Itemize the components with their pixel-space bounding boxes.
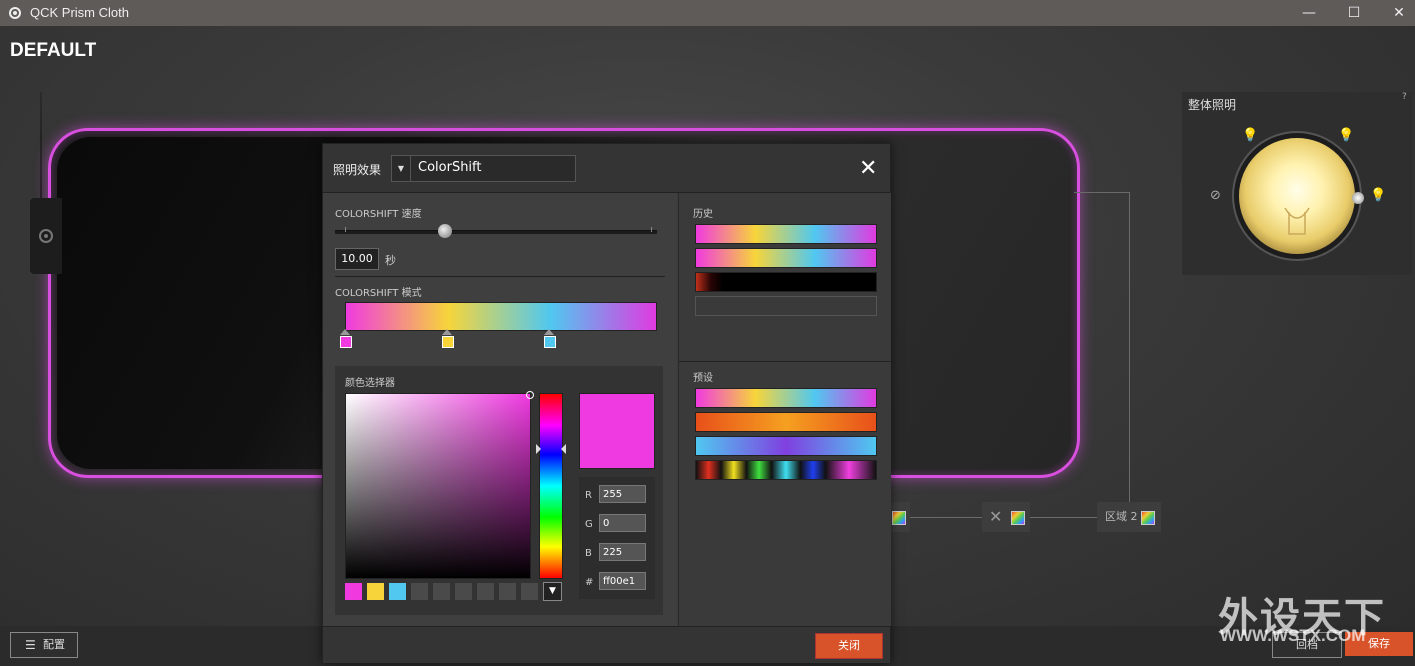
list-icon: ☰ [25, 638, 36, 652]
gradient-stop-pointer [340, 329, 350, 335]
saturation-value-box[interactable] [345, 391, 534, 579]
empty-color-swatch[interactable] [411, 583, 428, 600]
divider [679, 361, 891, 362]
dialog-footer: 关闭 [323, 626, 890, 663]
hue-slider[interactable] [536, 393, 566, 579]
gradient-stop-2[interactable] [442, 336, 454, 348]
effect-label: 照明效果 [333, 163, 382, 177]
empty-color-swatch[interactable] [477, 583, 494, 600]
minimize-button[interactable]: — [1286, 0, 1332, 26]
preset-item[interactable] [695, 412, 877, 432]
gradient-stop-pointer [544, 329, 554, 335]
zone-2-label: 区域 2 [1105, 510, 1138, 523]
zone-color-swatch-icon [1011, 511, 1025, 525]
speed-slider-knob[interactable] [438, 224, 452, 238]
picker-label: 颜色选择器 [345, 378, 395, 389]
presets-label: 预设 [693, 373, 713, 384]
pattern-label: COLORSHIFT 模式 [335, 288, 422, 299]
sv-cursor[interactable] [526, 391, 534, 399]
brightness-dial-knob[interactable] [1352, 192, 1364, 204]
recent-color-swatch[interactable] [389, 583, 406, 600]
empty-color-swatch[interactable] [455, 583, 472, 600]
watermark-en: WWW.WSTX.COM [1220, 626, 1366, 645]
maximize-button[interactable]: ☐ [1331, 0, 1377, 26]
effect-value: ColorShift [418, 160, 482, 175]
cable [40, 92, 42, 202]
speed-slider-track[interactable] [335, 230, 657, 234]
hue-pointer-left-icon[interactable] [536, 444, 541, 454]
zone-color-swatch-icon [892, 511, 906, 525]
zone-connector-line [1074, 192, 1130, 193]
chevron-down-icon[interactable]: ▼ [543, 582, 562, 601]
cable-connector [30, 198, 62, 274]
zone-color-swatch-icon [1141, 511, 1155, 525]
recent-color-swatch[interactable] [367, 583, 384, 600]
history-item[interactable] [695, 272, 877, 292]
bulb-bright-icon: 💡 [1370, 188, 1387, 203]
rgb-inputs: R 255 G 0 B 225 # ff00e1 [579, 477, 655, 599]
global-lighting-panel: 整体照明 ? 💡 💡 ⊘ 💡 [1182, 92, 1412, 275]
history-item-empty[interactable] [695, 296, 877, 316]
bulb-off-icon: ⊘ [1210, 188, 1221, 203]
dialog-close-button[interactable]: 关闭 [815, 633, 883, 659]
empty-color-swatch[interactable] [499, 583, 516, 600]
chevron-down-icon: ▼ [392, 156, 411, 181]
steelseries-logo-icon [8, 5, 22, 19]
colorshift-gradient-bar[interactable] [345, 302, 657, 331]
x-icon: ✕ [989, 507, 1003, 526]
divider [335, 276, 665, 277]
zone-1-tag[interactable] [888, 502, 910, 532]
g-input[interactable]: 0 [599, 514, 646, 532]
zone-2-tag[interactable]: 区域 2 [1097, 502, 1161, 532]
r-label: R [585, 490, 592, 501]
profile-name: DEFAULT [10, 40, 97, 61]
hex-label: # [585, 577, 594, 588]
close-window-button[interactable]: ✕ [1376, 0, 1415, 26]
empty-color-swatch[interactable] [433, 583, 450, 600]
close-icon[interactable]: ✕ [859, 156, 877, 181]
config-button[interactable]: ☰ 配置 [10, 632, 78, 658]
history-item[interactable] [695, 224, 877, 244]
b-label: B [585, 548, 592, 559]
recent-color-swatch[interactable] [345, 583, 362, 600]
hue-pointer-right-icon[interactable] [561, 444, 566, 454]
zone-connector-line [1129, 192, 1130, 502]
global-lighting-title: 整体照明 [1188, 98, 1237, 112]
help-icon[interactable]: ? [1402, 92, 1407, 102]
effect-dropdown[interactable]: ▼ ColorShift [391, 155, 576, 182]
window-title: QCK Prism Cloth [30, 5, 129, 20]
config-button-label: 配置 [43, 638, 65, 651]
brightness-dial[interactable] [1239, 138, 1355, 254]
gradient-stop-pointer [442, 329, 452, 335]
dialog-header: 照明效果 ▼ ColorShift ✕ [323, 144, 890, 193]
preset-item[interactable] [695, 436, 877, 456]
color-picker: 颜色选择器 R 255 G 0 B 225 # ff00e1 ▼ [335, 366, 663, 615]
history-label: 历史 [693, 209, 713, 220]
speed-label: COLORSHIFT 速度 [335, 209, 422, 220]
effect-settings-column: COLORSHIFT 速度 10.00 秒 COLORSHIFT 模式 颜色选择… [323, 193, 677, 626]
watermark: 外设天下 WWW.WSTX.COM [1210, 585, 1410, 645]
empty-color-swatch[interactable] [521, 583, 538, 600]
title-bar: QCK Prism Cloth — ☐ ✕ [0, 0, 1415, 26]
gradient-stop-1[interactable] [340, 336, 352, 348]
gradient-stop-3[interactable] [544, 336, 556, 348]
selected-color-preview [579, 393, 655, 469]
slider-tick [345, 227, 346, 232]
history-item[interactable] [695, 248, 877, 268]
slider-tick [651, 227, 652, 232]
b-input[interactable]: 225 [599, 543, 646, 561]
hex-input[interactable]: ff00e1 [599, 572, 646, 590]
history-presets-column: 历史 预设 [678, 193, 891, 626]
speed-input[interactable]: 10.00 [335, 248, 379, 270]
preset-item[interactable] [695, 460, 877, 480]
r-input[interactable]: 255 [599, 485, 646, 503]
zone-unassigned-tag[interactable]: ✕ [982, 502, 1030, 532]
speed-unit: 秒 [385, 254, 396, 267]
preset-item[interactable] [695, 388, 877, 408]
lighting-effect-dialog: 照明效果 ▼ ColorShift ✕ COLORSHIFT 速度 10.00 … [322, 143, 891, 663]
g-label: G [585, 519, 593, 530]
